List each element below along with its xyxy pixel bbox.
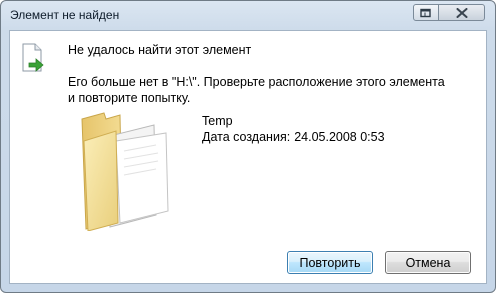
item-name: Temp xyxy=(202,114,233,128)
folder-icon xyxy=(81,112,169,231)
dialog-heading: Не удалось найти этот элемент xyxy=(68,43,252,57)
window-title: Элемент не найден xyxy=(10,8,120,22)
close-button[interactable] xyxy=(438,4,485,21)
dialog-message: Его больше нет в "H:\". Проверьте распол… xyxy=(68,75,445,105)
window-restore-icon xyxy=(420,8,431,17)
close-icon xyxy=(456,7,467,18)
item-date-label: Дата создания: xyxy=(202,130,291,144)
dialog-content: Не удалось найти этот элемент Его больше… xyxy=(9,30,487,284)
window-restore-button[interactable] xyxy=(413,4,439,21)
dialog-window: Элемент не найден Не удалось найти этот … xyxy=(0,0,496,293)
item-date-value: 24.05.2008 0:53 xyxy=(294,130,385,144)
item-date: Дата создания: 24.05.2008 0:53 xyxy=(202,130,385,144)
cancel-button[interactable]: Отмена xyxy=(385,251,471,274)
title-bar[interactable]: Элемент не найден xyxy=(1,1,495,29)
retry-button[interactable]: Повторить xyxy=(287,251,373,274)
document-arrow-icon xyxy=(22,43,44,72)
